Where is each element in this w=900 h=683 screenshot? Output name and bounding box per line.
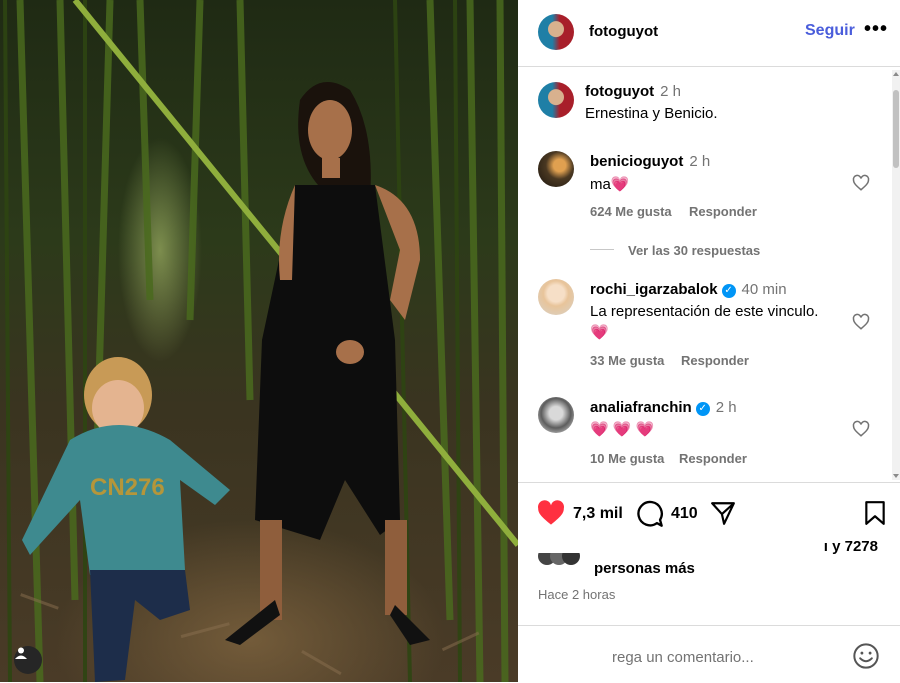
caption-time: 2 h — [660, 83, 681, 100]
more-dots-icon[interactable]: ••• — [864, 18, 888, 41]
comment-header: benicioguyot 2 h — [590, 153, 710, 170]
view-replies-link[interactable]: Ver las 30 respuestas — [628, 243, 760, 258]
author-username[interactable]: fotoguyot — [589, 23, 658, 40]
caption-avatar[interactable] — [538, 82, 574, 118]
post-actions-bar: 7,3 mil 410 — [518, 482, 900, 543]
user-tag-icon — [15, 647, 27, 659]
comment-time: 40 min — [741, 281, 787, 298]
verified-badge-icon: ✓ — [695, 402, 710, 416]
comment-username[interactable]: rochi_igarzabalok — [590, 281, 718, 298]
comment-avatar[interactable] — [538, 279, 574, 315]
comment-time: 2 h — [715, 399, 737, 416]
comment-header: analiafranchin ✓ 2 h — [590, 399, 737, 416]
comment-input-placeholder[interactable]: rega un comentario... — [612, 649, 754, 666]
comment-body: La representación de este vinculo. — [590, 303, 819, 320]
comment-input-bar: rega un comentario... — [518, 625, 900, 683]
comment-bubble-icon[interactable] — [636, 500, 664, 528]
comment-body: ma — [590, 176, 611, 193]
share-send-icon[interactable] — [709, 500, 737, 526]
like-heart-icon[interactable] — [537, 500, 565, 526]
save-bookmark-icon[interactable] — [864, 500, 886, 526]
comment-username[interactable]: analiafranchin — [590, 399, 692, 416]
photo-illustration: CN276 — [3, 0, 518, 682]
comment-reply-button[interactable]: Responder — [681, 353, 749, 368]
comment-likes[interactable]: 624 Me gusta — [590, 204, 672, 219]
scrollbar-thumb[interactable] — [893, 90, 899, 168]
comment-likes[interactable]: 10 Me gusta — [590, 451, 664, 466]
liked-by-line2[interactable]: personas más — [594, 560, 695, 577]
follow-button[interactable]: Seguir — [805, 22, 855, 40]
comment-time: 2 h — [689, 153, 711, 170]
liked-by-avatars — [538, 553, 588, 567]
caption-header: fotoguyot 2 h — [585, 83, 681, 100]
likes-count[interactable]: 7,3 mil — [573, 505, 623, 523]
heart-emoji: 💗 💗 💗 — [590, 421, 655, 438]
svg-text:CN276: CN276 — [90, 474, 165, 501]
emoji-icon[interactable] — [852, 642, 880, 670]
caption-text: Ernestina y Benicio. — [585, 105, 718, 122]
post-header: fotoguyot Seguir ••• — [518, 0, 900, 67]
comments-count[interactable]: 410 — [671, 505, 698, 523]
user-tag-badge[interactable] — [14, 646, 42, 674]
comment-likes[interactable]: 33 Me gusta — [590, 353, 664, 368]
liked-by-line1[interactable]: ı y 7278 — [824, 538, 878, 555]
caption-username[interactable]: fotoguyot — [585, 83, 654, 100]
comment-like-heart-icon[interactable] — [852, 174, 870, 192]
post-side-panel: fotoguyot Seguir ••• fotoguyot 2 h Ernest… — [518, 0, 900, 682]
comment-avatar[interactable] — [538, 397, 574, 433]
comment-like-heart-icon[interactable] — [852, 420, 870, 438]
comment-avatar[interactable] — [538, 151, 574, 187]
author-avatar[interactable] — [538, 14, 574, 50]
comment-header: rochi_igarzabalok ✓ 40 min — [590, 281, 787, 298]
verified-badge-icon: ✓ — [721, 284, 736, 298]
comment-reply-button[interactable]: Responder — [679, 451, 747, 466]
post-photo[interactable]: CN276 — [0, 0, 518, 682]
scroll-up-arrow[interactable] — [893, 72, 899, 76]
comment-like-heart-icon[interactable] — [852, 313, 870, 331]
comment-username[interactable]: benicioguyot — [590, 153, 683, 170]
heart-emoji: 💗 — [610, 176, 630, 193]
comment-reply-button[interactable]: Responder — [689, 204, 757, 219]
comment-text: ma💗 — [590, 175, 630, 193]
scroll-down-arrow[interactable] — [893, 474, 899, 478]
post-timestamp: Hace 2 horas — [538, 587, 616, 602]
heart-emoji: 💗 — [590, 324, 609, 341]
replies-divider — [590, 249, 614, 250]
